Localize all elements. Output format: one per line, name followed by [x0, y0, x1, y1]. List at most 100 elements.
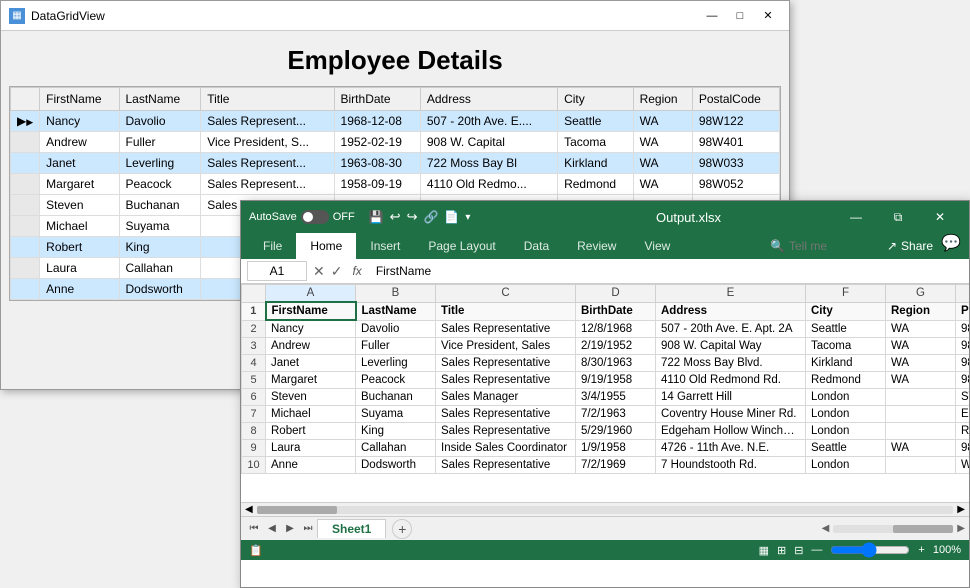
excel-cell-f5[interactable]: Redmond [806, 372, 886, 389]
autosave-toggle[interactable] [301, 210, 329, 224]
excel-cell-g8[interactable] [886, 423, 956, 440]
excel-cell-h7[interactable]: EC2 7JR [956, 406, 970, 423]
excel-row[interactable]: 10AnneDodsworthSales Representative7/2/1… [242, 457, 970, 474]
table-row[interactable]: MargaretPeacockSales Represent...1958-09… [11, 174, 780, 195]
excel-cell-a10[interactable]: Anne [266, 457, 356, 474]
excel-cell-d1[interactable]: BirthDate [576, 302, 656, 320]
excel-cell-f2[interactable]: Seattle [806, 320, 886, 338]
excel-cell-g10[interactable] [886, 457, 956, 474]
dropdown-icon[interactable]: ▾ [465, 212, 470, 223]
maximize-button[interactable]: □ [727, 6, 753, 26]
col-h-header[interactable]: H [956, 285, 970, 303]
scroll-right-icon[interactable]: ▶ [957, 504, 965, 515]
excel-cell-c5[interactable]: Sales Representative [436, 372, 576, 389]
excel-cell-e10[interactable]: 7 Houndstooth Rd. [656, 457, 806, 474]
excel-cell-d4[interactable]: 8/30/1963 [576, 355, 656, 372]
excel-restore-btn[interactable]: ⧉ [877, 201, 919, 233]
excel-cell-h1[interactable]: PostalCode [956, 302, 970, 320]
excel-cell-b5[interactable]: Peacock [356, 372, 436, 389]
sheet-nav-next[interactable]: ▶ [281, 520, 299, 538]
zoom-out-icon[interactable]: — [811, 544, 822, 556]
col-g-header[interactable]: G [886, 285, 956, 303]
hscroll-left-icon[interactable]: ◀ [822, 523, 830, 534]
excel-table-wrapper[interactable]: A B C D E F G H 1FirstNameLastNameTitleB… [241, 284, 969, 502]
col-b-header[interactable]: B [356, 285, 436, 303]
excel-minimize-btn[interactable]: — [835, 201, 877, 233]
tab-home[interactable]: Home [296, 233, 356, 259]
excel-cell-c2[interactable]: Sales Representative [436, 320, 576, 338]
excel-row[interactable]: 5MargaretPeacockSales Representative9/19… [242, 372, 970, 389]
sheet-nav-first[interactable]: ⏮ [245, 520, 263, 538]
excel-cell-f4[interactable]: Kirkland [806, 355, 886, 372]
excel-row[interactable]: 2NancyDavolioSales Representative12/8/19… [242, 320, 970, 338]
view-normal-icon[interactable]: ▦ [759, 544, 769, 557]
confirm-formula-icon[interactable]: ✓ [331, 263, 343, 280]
excel-cell-c3[interactable]: Vice President, Sales [436, 338, 576, 355]
name-box[interactable] [247, 261, 307, 281]
zoom-slider[interactable] [830, 546, 910, 554]
col-header-firstname[interactable]: FirstName [40, 88, 119, 111]
excel-cell-c1[interactable]: Title [436, 302, 576, 320]
excel-cell-d3[interactable]: 2/19/1952 [576, 338, 656, 355]
excel-cell-g1[interactable]: Region [886, 302, 956, 320]
excel-cell-e7[interactable]: Coventry House Miner Rd. [656, 406, 806, 423]
excel-cell-e6[interactable]: 14 Garrett Hill [656, 389, 806, 406]
excel-cell-d6[interactable]: 3/4/1955 [576, 389, 656, 406]
sheet-nav-prev[interactable]: ◀ [263, 520, 281, 538]
excel-row[interactable]: 1FirstNameLastNameTitleBirthDateAddressC… [242, 302, 970, 320]
excel-cell-h2[interactable]: 98W122 [956, 320, 970, 338]
redo-icon[interactable]: ↪ [407, 209, 418, 225]
add-sheet-button[interactable]: + [392, 519, 412, 539]
save-icon[interactable]: 💾 [369, 210, 384, 224]
excel-cell-d5[interactable]: 9/19/1958 [576, 372, 656, 389]
excel-row[interactable]: 3AndrewFullerVice President, Sales2/19/1… [242, 338, 970, 355]
excel-cell-c4[interactable]: Sales Representative [436, 355, 576, 372]
tab-file[interactable]: File [249, 233, 296, 259]
excel-row[interactable]: 6StevenBuchananSales Manager3/4/195514 G… [242, 389, 970, 406]
excel-cell-b8[interactable]: King [356, 423, 436, 440]
share-button[interactable]: ↗ Share [887, 233, 933, 259]
scroll-left-icon[interactable]: ◀ [245, 504, 253, 515]
excel-close-btn[interactable]: ✕ [919, 201, 961, 233]
excel-cell-h8[interactable]: RG1 9SP [956, 423, 970, 440]
col-header-address[interactable]: Address [420, 88, 557, 111]
excel-cell-f3[interactable]: Tacoma [806, 338, 886, 355]
col-d-header[interactable]: D [576, 285, 656, 303]
view-layout-icon[interactable]: ⊞ [777, 544, 786, 557]
excel-cell-e1[interactable]: Address [656, 302, 806, 320]
excel-cell-g5[interactable]: WA [886, 372, 956, 389]
excel-cell-a3[interactable]: Andrew [266, 338, 356, 355]
sheet1-tab[interactable]: Sheet1 [317, 519, 386, 538]
excel-cell-f9[interactable]: Seattle [806, 440, 886, 457]
excel-cell-h10[interactable]: WG2 7LT [956, 457, 970, 474]
excel-cell-a1[interactable]: FirstName [266, 302, 356, 320]
tab-page-layout[interactable]: Page Layout [414, 233, 509, 259]
excel-cell-a5[interactable]: Margaret [266, 372, 356, 389]
excel-cell-e5[interactable]: 4110 Old Redmond Rd. [656, 372, 806, 389]
file-icon[interactable]: 📄 [444, 210, 459, 224]
table-row[interactable]: ▶NancyDavolioSales Represent...1968-12-0… [11, 111, 780, 132]
excel-cell-b3[interactable]: Fuller [356, 338, 436, 355]
excel-cell-g3[interactable]: WA [886, 338, 956, 355]
excel-cell-b1[interactable]: LastName [356, 302, 436, 320]
excel-row[interactable]: 8RobertKingSales Representative5/29/1960… [242, 423, 970, 440]
excel-cell-b9[interactable]: Callahan [356, 440, 436, 457]
excel-cell-b2[interactable]: Davolio [356, 320, 436, 338]
excel-cell-b10[interactable]: Dodsworth [356, 457, 436, 474]
sheet-nav-last[interactable]: ⏭ [299, 520, 317, 538]
excel-cell-g7[interactable] [886, 406, 956, 423]
excel-cell-d7[interactable]: 7/2/1963 [576, 406, 656, 423]
excel-cell-h9[interactable]: 98W105 [956, 440, 970, 457]
tab-view[interactable]: View [630, 233, 684, 259]
excel-cell-e4[interactable]: 722 Moss Bay Blvd. [656, 355, 806, 372]
hscroll-right-icon[interactable]: ▶ [957, 523, 965, 534]
excel-cell-d2[interactable]: 12/8/1968 [576, 320, 656, 338]
tab-data[interactable]: Data [510, 233, 563, 259]
excel-cell-f1[interactable]: City [806, 302, 886, 320]
excel-cell-b7[interactable]: Suyama [356, 406, 436, 423]
col-header-city[interactable]: City [558, 88, 634, 111]
excel-cell-b4[interactable]: Leverling [356, 355, 436, 372]
excel-cell-g9[interactable]: WA [886, 440, 956, 457]
col-a-header[interactable]: A [266, 285, 356, 303]
col-header-postalcode[interactable]: PostalCode [692, 88, 779, 111]
